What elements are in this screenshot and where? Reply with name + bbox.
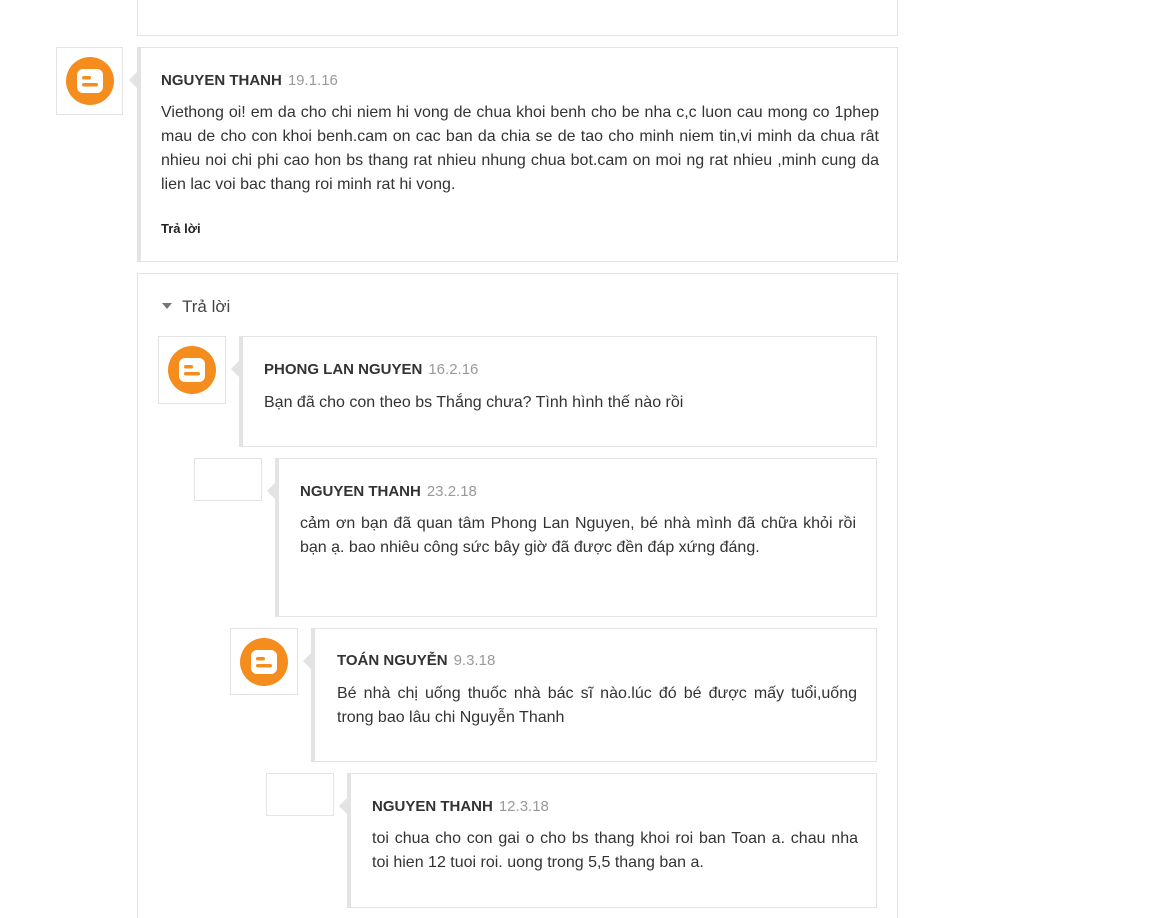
comment-date[interactable]: 19.1.16: [288, 72, 338, 89]
comment-header: PHONG LAN NGUYEN 16.2.16: [264, 361, 478, 379]
comment-header: NGUYEN THANH 23.2.18: [300, 483, 477, 501]
reply-card: NGUYEN THANH 12.3.18 toi chua cho con gai…: [339, 773, 877, 908]
comment-date[interactable]: 9.3.18: [454, 652, 496, 669]
comment-header: NGUYEN THANH 19.1.16: [161, 72, 338, 90]
comment-text: cảm ơn bạn đã quan tâm Phong Lan Nguyen,…: [300, 515, 856, 556]
comment-date[interactable]: 12.3.18: [499, 798, 549, 815]
avatar-empty[interactable]: [266, 773, 334, 816]
reply-card: NGUYEN THANH 23.2.18 cảm ơn bạn đã quan t…: [267, 458, 877, 617]
author-name[interactable]: NGUYEN THANH: [161, 72, 282, 89]
comment-text: Viethong oi! em da cho chi niem hi vong …: [161, 104, 879, 193]
thread-toggle[interactable]: Trả lời: [162, 297, 230, 317]
reply-card: PHONG LAN NGUYEN 16.2.16 Bạn đã cho con t…: [231, 336, 877, 447]
blogger-logo-icon: [240, 637, 288, 686]
author-name[interactable]: NGUYEN THANH: [300, 483, 421, 500]
author-name[interactable]: NGUYEN THANH: [372, 798, 493, 815]
author-name[interactable]: PHONG LAN NGUYEN: [264, 361, 422, 378]
comment-date[interactable]: 23.2.18: [427, 483, 477, 500]
blogger-logo-icon: [65, 57, 114, 105]
previous-comment-box: [137, 0, 898, 36]
avatar[interactable]: [158, 336, 226, 404]
comment-date[interactable]: 16.2.16: [428, 361, 478, 378]
reply-card: TOÁN NGUYỄN 9.3.18 Bé nhà chị uống thuốc …: [303, 628, 877, 762]
comment-text: Bé nhà chị uống thuốc nhà bác sĩ nào.lúc…: [337, 685, 857, 726]
caret-down-icon: [162, 302, 172, 309]
comment-text: Bạn đã cho con theo bs Thắng chưa? Tình …: [264, 394, 684, 411]
reply-link[interactable]: Trả lời: [161, 221, 201, 236]
thread-toggle-label: Trả lời: [182, 297, 231, 316]
avatar[interactable]: [230, 628, 298, 695]
blogger-logo-icon: [168, 346, 216, 394]
comment-header: NGUYEN THANH 12.3.18: [372, 798, 549, 816]
comment-header: TOÁN NGUYỄN 9.3.18: [337, 652, 495, 670]
comment-card: NGUYEN THANH 19.1.16 Viethong oi! em da c…: [129, 47, 898, 262]
comment-text: toi chua cho con gai o cho bs thang khoi…: [372, 830, 858, 871]
author-name[interactable]: TOÁN NGUYỄN: [337, 652, 448, 669]
avatar-empty[interactable]: [194, 458, 262, 501]
avatar[interactable]: [56, 47, 123, 115]
